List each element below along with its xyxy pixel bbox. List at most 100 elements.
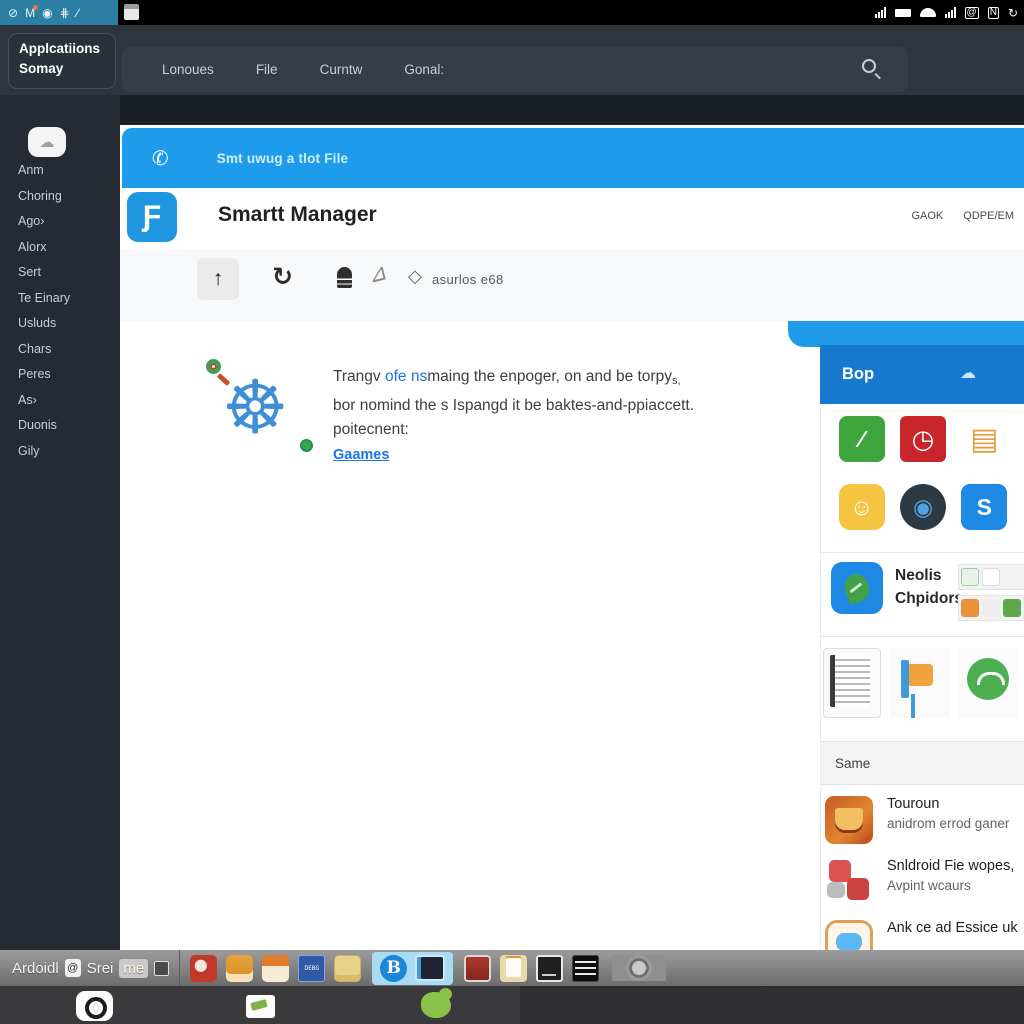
sidebar-item-duonis[interactable]: Duonis	[18, 418, 70, 432]
taskbar-keyboard-icon[interactable]	[572, 954, 600, 982]
thumbnail-document[interactable]	[823, 648, 881, 718]
sidebar-item-te-einary[interactable]: Te Einary	[18, 291, 70, 305]
thumbnail-gauge[interactable]	[959, 648, 1017, 718]
signal-icon	[874, 7, 886, 18]
taskbar-monitor-icon[interactable]	[536, 954, 564, 982]
mini-thumb-row-2	[958, 595, 1024, 621]
page-title: Smartt Manager	[218, 203, 377, 226]
mini-thumb-green-2	[1003, 599, 1021, 617]
store-header: Bop ☁	[820, 345, 1024, 404]
app-grid: ∕ ◷ ▤ ☺ ◉ S	[821, 416, 1024, 530]
sidebar-item-ago[interactable]: Ago›	[18, 214, 70, 228]
taskbar-disc-icon[interactable]	[626, 955, 653, 981]
leaf-icon	[841, 570, 873, 606]
bell-icon[interactable]	[337, 267, 352, 288]
taskbar-label-mid: Srei	[86, 959, 114, 977]
menu-item-gonal[interactable]: Gonal:	[404, 62, 444, 77]
sidebar-item-alorx[interactable]: Alorx	[18, 240, 70, 254]
featured-app-title-line2: Chpidors	[895, 590, 964, 608]
taskbar-red-app-icon[interactable]	[190, 954, 218, 982]
app-icon-camera[interactable]: ◉	[899, 484, 946, 530]
menu-item-curntw[interactable]: Curntw	[320, 62, 363, 77]
gear-wheel-icon: ☸	[222, 366, 289, 449]
taskbar-circle-zone	[612, 955, 667, 981]
magnifier-lens-icon	[206, 359, 221, 374]
taskbar-debug-icon[interactable]: DEBG	[298, 954, 326, 982]
store-cloud-icon[interactable]: ☁	[960, 363, 976, 383]
menu-item-file[interactable]: File	[256, 62, 278, 77]
sidebar-item-usluds[interactable]: Usluds	[18, 316, 70, 330]
app-icon-orange-boxes[interactable]: ▤	[961, 416, 1008, 462]
featured-mini-thumbnails	[958, 564, 1024, 626]
message-notification-icon: M	[25, 4, 39, 20]
list-item-title: Ank ce ad Essice uk	[887, 920, 1018, 936]
applications-button[interactable]: Applcatiions Somay	[8, 33, 116, 89]
taskbar-label-me: me	[119, 958, 149, 978]
n-badge-icon: N	[987, 6, 999, 19]
status-bar-left: ⊘ M ◉ ⋕ ∕	[0, 0, 118, 25]
list-item-subtitle: Avpint wcaurs	[887, 878, 971, 893]
games-link[interactable]: Gaames	[333, 447, 389, 463]
android-icon[interactable]	[421, 988, 452, 1018]
taskbar-bluetooth-icon[interactable]: B	[380, 954, 408, 982]
title-bar-right: GAOK QDPE/EM	[911, 210, 1014, 222]
featured-app-row[interactable]: Neolis Chpidors	[831, 562, 963, 614]
taskbar-folder-icon-2[interactable]	[262, 954, 290, 982]
up-arrow-button[interactable]: ↑	[197, 258, 239, 300]
app-list: Touroun anidrom errod ganer Snldroid Fie…	[825, 796, 1024, 950]
diamond-icon[interactable]: ◇	[408, 266, 422, 287]
mini-thumb-green	[961, 568, 979, 586]
touroun-app-icon	[825, 796, 873, 844]
list-item-subtitle: anidrom errod ganer	[887, 816, 1010, 831]
sidebar-item-peres[interactable]: Peres	[18, 367, 70, 381]
taskbar-icons: DEBG B	[180, 951, 667, 985]
refresh-icon[interactable]: ↻	[272, 262, 293, 292]
app-icon-blue-s[interactable]: S	[961, 484, 1008, 530]
taskbar-folder-icon[interactable]	[226, 954, 254, 982]
banner-text: Smt uwug a tlot File	[216, 150, 349, 166]
mini-thumb-white	[982, 568, 1000, 586]
taskbar-book-icon[interactable]	[464, 954, 492, 982]
taskbar-clipboard-icon[interactable]	[500, 954, 528, 982]
bottom-bar	[0, 986, 1024, 1024]
search-gear-illustration: ☸	[204, 357, 334, 477]
sidebar-item-chars[interactable]: Chars	[18, 342, 70, 356]
toolbar: ↑ ↻ ⊿ ◇ asurlos e68	[120, 250, 1024, 322]
eye-icon: ◉	[42, 5, 53, 20]
search-icon[interactable]	[862, 59, 876, 73]
app-icon-red-clock[interactable]: ◷	[899, 416, 946, 462]
sidebar-item-anm[interactable]: Anm	[18, 163, 70, 177]
list-item[interactable]: Touroun anidrom errod ganer	[825, 796, 1024, 844]
title-right-label-1: GAOK	[911, 210, 944, 222]
neolis-app-icon	[831, 562, 883, 614]
notification-banner[interactable]: ✆ Smt uwug a tlot File	[122, 128, 1024, 188]
app-icon-green[interactable]: ∕	[838, 416, 885, 462]
status-bar-right: @ N ↻	[874, 0, 1018, 25]
mini-thumb-row	[958, 564, 1024, 590]
note-icon[interactable]	[246, 995, 275, 1018]
store-header-title: Bop	[842, 365, 875, 383]
taskbar-label: Ardoidl @ Srei me	[0, 950, 181, 986]
thumbnail-chart[interactable]	[891, 648, 949, 718]
screenshot-icon[interactable]	[124, 4, 139, 20]
taskbar-card-icon[interactable]	[334, 954, 362, 982]
taskbar-emulator-icon[interactable]	[415, 955, 446, 981]
menu-item-lonoues[interactable]: Lonoues	[162, 62, 214, 77]
camera-icon[interactable]	[76, 991, 113, 1021]
app-icon-yellow-face[interactable]: ☺	[838, 484, 885, 530]
sidebar-item-choring[interactable]: Choring	[18, 189, 70, 203]
app-header: Applcatiions Somay Lonoues File Curntw G…	[0, 25, 1024, 95]
list-item[interactable]: Ank ce ad Essice uk	[825, 920, 1024, 950]
list-item-title: Touroun	[887, 796, 940, 812]
sidebar-item-gily[interactable]: Gily	[18, 444, 70, 458]
cloud-icon[interactable]: ☁	[28, 127, 66, 157]
status-bar: ⊘ M ◉ ⋕ ∕ @ N ↻	[0, 0, 1024, 25]
send-icon[interactable]: ⊿	[365, 258, 390, 289]
description-text: Trangv ofe nsmaing the enpoger, on and b…	[333, 368, 695, 438]
sidebar-item-as[interactable]: As›	[18, 393, 70, 407]
taskbar: Ardoidl @ Srei me DEBG B	[0, 950, 1024, 986]
mini-thumb-orange	[961, 599, 979, 617]
sidebar-item-sert[interactable]: Sert	[18, 265, 70, 279]
battery-dome-icon	[919, 8, 936, 17]
list-item[interactable]: Snldroid Fie wopes, Avpint wcaurs	[825, 858, 1024, 906]
